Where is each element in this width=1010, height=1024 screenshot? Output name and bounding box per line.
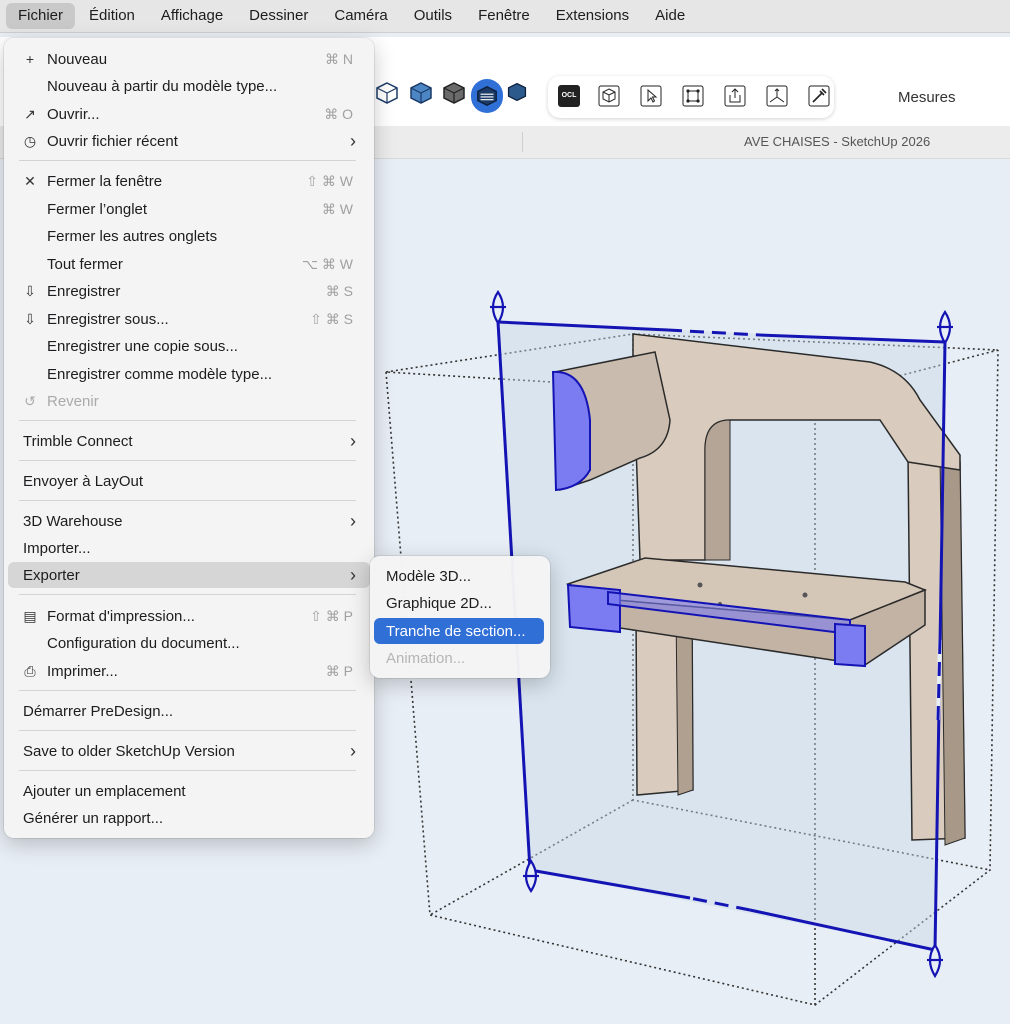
section-cut-seat-right: [834, 622, 866, 668]
shortcut: ⇧ ⌘ W: [306, 173, 353, 189]
menu-item-label: Enregistrer sous...: [47, 311, 169, 328]
menu-separator: [19, 770, 356, 771]
chevron-right-icon: ›: [350, 741, 356, 761]
save-icon: ⇩: [24, 283, 36, 299]
menu-item-configuration-document[interactable]: Configuration du document...: [8, 630, 370, 656]
menu-item-ouvrir[interactable]: ↗ Ouvrir... ⌘ O: [8, 101, 370, 127]
chevron-right-icon: ›: [350, 131, 356, 151]
menu-item-fermer-onglet[interactable]: Fermer l’onglet ⌘ W: [8, 196, 370, 222]
menu-item-label: Imprimer...: [47, 663, 118, 680]
menu-item-label: Revenir: [47, 393, 99, 410]
menu-item-ouvrir-recent[interactable]: ◷ Ouvrir fichier récent ›: [8, 128, 370, 154]
menu-item-label: Configuration du document...: [47, 635, 240, 652]
shortcut: ⌘ W: [321, 201, 353, 217]
menu-item-enregistrer[interactable]: ⇩ Enregistrer ⌘ S: [8, 278, 370, 304]
submenu-item-label: Graphique 2D...: [386, 595, 492, 612]
submenu-item-animation: Animation...: [374, 645, 544, 671]
menu-item-enregistrer-copie[interactable]: Enregistrer une copie sous...: [8, 333, 370, 359]
menu-item-trimble-connect[interactable]: Trimble Connect ›: [8, 428, 370, 454]
menu-separator: [19, 690, 356, 691]
backrest-opening: [704, 419, 731, 561]
menu-item-enregistrer-modele[interactable]: Enregistrer comme modèle type...: [8, 361, 370, 387]
menu-item-fermer-fenetre[interactable]: ✕ Fermer la fenêtre ⇧ ⌘ W: [8, 168, 370, 194]
shortcut: ⇧ ⌘ P: [310, 608, 353, 624]
menu-item-label: Fermer l’onglet: [47, 201, 148, 218]
menu-item-label: Enregistrer une copie sous...: [47, 338, 238, 355]
menu-item-label: Démarrer PreDesign...: [23, 703, 174, 720]
close-x-icon: ✕: [24, 173, 36, 189]
plus-icon: +: [25, 51, 35, 67]
revert-icon: ↺: [24, 393, 36, 409]
menu-item-generer-rapport[interactable]: Générer un rapport...: [8, 805, 370, 831]
menu-item-envoyer-layout[interactable]: Envoyer à LayOut: [8, 468, 370, 494]
menu-item-label: Exporter: [23, 567, 80, 584]
printer-icon: ⎙: [24, 663, 36, 679]
shortcut: ⌘ N: [325, 51, 353, 67]
shortcut: ⌘ S: [325, 283, 353, 299]
menu-item-label: Enregistrer comme modèle type...: [47, 366, 273, 383]
page-setup-icon: ▤: [23, 608, 37, 624]
menu-item-label: Nouveau à partir du modèle type...: [47, 78, 278, 95]
export-submenu: Modèle 3D... Graphique 2D... Tranche de …: [370, 556, 550, 678]
open-arrow-icon: ↗: [24, 106, 36, 122]
submenu-item-label: Tranche de section...: [386, 623, 526, 640]
menu-item-label: Ouvrir...: [47, 106, 100, 123]
menu-item-nouveau[interactable]: + Nouveau ⌘ N: [8, 46, 370, 72]
menu-separator: [19, 460, 356, 461]
menu-item-ajouter-emplacement[interactable]: Ajouter un emplacement: [8, 778, 370, 804]
menu-item-label: 3D Warehouse: [23, 513, 123, 530]
submenu-item-graphique-2d[interactable]: Graphique 2D...: [374, 590, 544, 616]
menu-separator: [19, 420, 356, 421]
menu-item-enregistrer-sous[interactable]: ⇩ Enregistrer sous... ⇧ ⌘ S: [8, 306, 370, 332]
menu-item-save-older-version[interactable]: Save to older SketchUp Version ›: [8, 738, 370, 764]
menu-item-fermer-autres-onglets[interactable]: Fermer les autres onglets: [8, 223, 370, 249]
submenu-item-tranche-section[interactable]: Tranche de section...: [374, 618, 544, 644]
menu-item-revenir: ↺ Revenir: [8, 388, 370, 414]
menu-item-tout-fermer[interactable]: Tout fermer ⌥ ⌘ W: [8, 251, 370, 277]
menu-item-label: Générer un rapport...: [23, 810, 164, 827]
menu-item-label: Format d'impression...: [47, 608, 195, 625]
menu-item-label: Trimble Connect: [23, 433, 133, 450]
submenu-item-label: Modèle 3D...: [386, 568, 472, 585]
submenu-item-modele-3d[interactable]: Modèle 3D...: [374, 563, 544, 589]
menu-item-label: Fermer les autres onglets: [47, 228, 218, 245]
menu-item-label: Save to older SketchUp Version: [23, 743, 235, 760]
menu-item-label: Importer...: [23, 540, 91, 557]
submenu-item-label: Animation...: [386, 650, 466, 667]
menu-item-importer[interactable]: Importer...: [8, 535, 370, 561]
menu-item-exporter[interactable]: Exporter ›: [8, 562, 370, 588]
menu-item-label: Ajouter un emplacement: [23, 783, 186, 800]
menu-item-format-impression[interactable]: ▤ Format d'impression... ⇧ ⌘ P: [8, 603, 370, 629]
file-menu: + Nouveau ⌘ N Nouveau à partir du modèle…: [4, 38, 374, 838]
menu-item-label: Nouveau: [47, 51, 108, 68]
menu-item-nouveau-modele[interactable]: Nouveau à partir du modèle type...: [8, 73, 370, 99]
chevron-right-icon: ›: [350, 511, 356, 531]
menu-separator: [19, 730, 356, 731]
menu-item-label: Enregistrer: [47, 283, 121, 300]
menu-item-predesign[interactable]: Démarrer PreDesign...: [8, 698, 370, 724]
recent-clock-icon: ◷: [23, 133, 37, 149]
shortcut: ⌘ O: [324, 106, 353, 122]
menu-item-imprimer[interactable]: ⎙ Imprimer... ⌘ P: [8, 658, 370, 684]
chevron-right-icon: ›: [350, 431, 356, 451]
menu-item-3d-warehouse[interactable]: 3D Warehouse ›: [8, 508, 370, 534]
chevron-right-icon: ›: [350, 565, 356, 585]
shortcut: ⇧ ⌘ S: [310, 311, 353, 327]
shortcut: ⌘ P: [325, 663, 353, 679]
shortcut: ⌥ ⌘ W: [301, 256, 353, 272]
menu-item-label: Tout fermer: [47, 256, 123, 273]
menu-item-label: Fermer la fenêtre: [47, 173, 163, 190]
menu-item-label: Ouvrir fichier récent: [47, 133, 178, 150]
save-as-icon: ⇩: [24, 311, 36, 327]
menu-separator: [19, 500, 356, 501]
menu-separator: [19, 160, 356, 161]
menu-separator: [19, 594, 356, 595]
menu-item-label: Envoyer à LayOut: [23, 473, 144, 490]
